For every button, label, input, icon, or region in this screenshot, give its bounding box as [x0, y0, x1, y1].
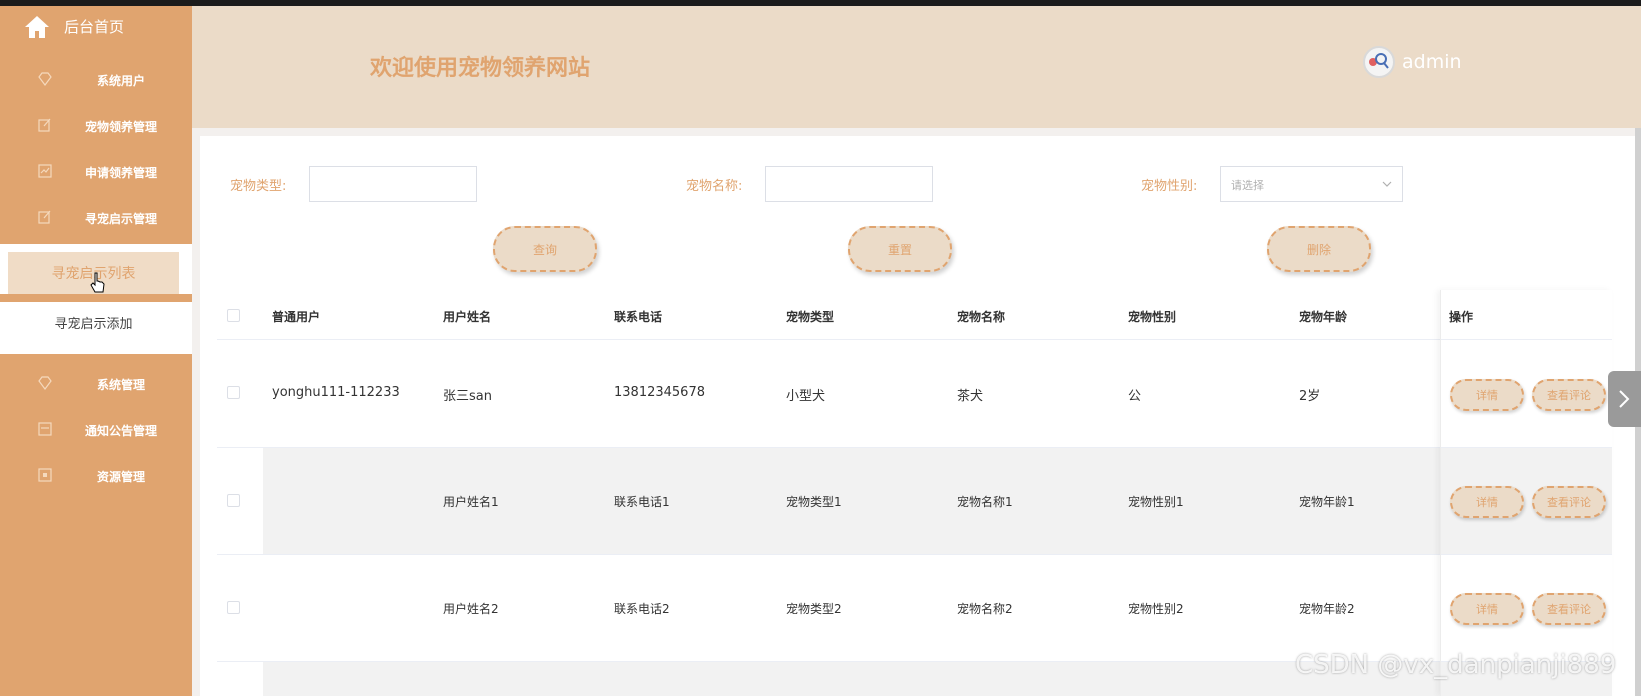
sidebar-item-resources[interactable]: 资源管理: [0, 452, 192, 500]
column-header: 联系电话: [614, 310, 663, 324]
detail-button[interactable]: 详情: [1450, 379, 1524, 411]
message-icon: [38, 422, 52, 436]
column-header: 普通用户: [272, 310, 321, 324]
row-checkbox[interactable]: [227, 601, 240, 614]
select-all-checkbox[interactable]: [227, 309, 240, 322]
row-checkbox[interactable]: [227, 386, 240, 399]
home-icon: [25, 16, 49, 38]
header: 欢迎使用宠物领养网站 admin: [192, 6, 1641, 128]
sidebar-item-label: 系统用户: [96, 74, 145, 88]
view-comments-button[interactable]: 查看评论: [1532, 486, 1606, 518]
cell-name: 用户姓名1: [443, 495, 499, 509]
column-header: 宠物类型: [786, 310, 835, 324]
sidebar-item-system-management[interactable]: 系统管理: [0, 360, 192, 408]
table-row: yonghu111-112233 张三san 13812345678 小型犬 茶…: [217, 340, 1612, 447]
cell-pet-name: 宠物名称1: [957, 495, 1013, 509]
query-button[interactable]: 查询: [493, 226, 597, 272]
resource-icon: [38, 468, 52, 482]
submenu-item-lost-pet-add[interactable]: 寻宠启示添加: [8, 302, 179, 342]
detail-button[interactable]: 详情: [1450, 593, 1524, 625]
pet-name-label: 宠物名称:: [686, 179, 743, 194]
cell-age: 宠物年龄2: [1299, 602, 1355, 616]
sidebar-item-label: 通知公告管理: [84, 424, 157, 438]
page-title: 欢迎使用宠物领养网站: [370, 56, 591, 81]
reset-button[interactable]: 重置: [848, 226, 952, 272]
cell-user: yonghu111-112233: [272, 385, 400, 400]
cell-pet-name: 宠物名称2: [957, 602, 1013, 616]
table-row: 用户姓名2 联系电话2 宠物类型2 宠物名称2 宠物性别2 宠物年龄2: [217, 554, 1612, 661]
cell-age: 2岁: [1299, 389, 1321, 404]
avatar[interactable]: [1363, 46, 1395, 78]
sidebar-item-adoption[interactable]: 宠物领养管理: [0, 102, 192, 150]
cell-name: 用户姓名2: [443, 602, 499, 616]
chart-icon: [38, 164, 52, 178]
diamond-icon: [38, 376, 52, 390]
home-label: 后台首页: [64, 18, 125, 36]
username[interactable]: admin: [1402, 51, 1462, 73]
sidebar-item-label: 寻宠启示管理: [84, 212, 157, 226]
pet-name-input[interactable]: [765, 166, 933, 202]
sidebar-item-system-users[interactable]: 系统用户: [0, 56, 192, 104]
table-header: 普通用户 用户姓名 联系电话 宠物类型 宠物名称 宠物性别 宠物年龄 操作: [217, 290, 1612, 340]
detail-button[interactable]: 详情: [1450, 486, 1524, 518]
column-header: 宠物年龄: [1299, 310, 1348, 324]
cell-type: 宠物类型2: [786, 602, 842, 616]
select-placeholder: 请选择: [1231, 179, 1264, 192]
sidebar: 后台首页 系统用户 宠物领养管理 申请领养管理 寻宠启示管理 寻宠启示列表 寻宠…: [0, 6, 192, 696]
cell-phone: 13812345678: [614, 385, 705, 400]
view-comments-button[interactable]: 查看评论: [1532, 593, 1606, 625]
row-checkbox[interactable]: [227, 494, 240, 507]
cell-type: 宠物类型1: [786, 495, 842, 509]
pet-gender-label: 宠物性别:: [1141, 179, 1198, 194]
sidebar-item-label: 资源管理: [96, 470, 145, 484]
cell-name: 张三san: [443, 389, 492, 404]
sidebar-item-notices[interactable]: 通知公告管理: [0, 406, 192, 454]
submenu-divider: [0, 294, 192, 302]
view-comments-button[interactable]: 查看评论: [1532, 379, 1606, 411]
column-header: 宠物名称: [957, 310, 1006, 324]
table-row: 用户姓名1 联系电话1 宠物类型1 宠物名称1 宠物性别1 宠物年龄1: [217, 447, 1612, 555]
sidebar-item-label: 系统管理: [96, 378, 145, 392]
pet-type-input[interactable]: [309, 166, 477, 202]
pet-gender-select[interactable]: 请选择: [1220, 166, 1403, 202]
cell-gender: 宠物性别1: [1128, 495, 1184, 509]
mouse-cursor-icon: [90, 272, 105, 293]
diamond-icon: [38, 72, 52, 86]
column-header: 宠物性别: [1128, 310, 1177, 324]
sidebar-item-applications[interactable]: 申请领养管理: [0, 148, 192, 196]
pet-type-label: 宠物类型:: [230, 179, 287, 194]
cell-phone: 联系电话1: [614, 495, 670, 509]
sidebar-home[interactable]: 后台首页: [0, 6, 192, 46]
watermark: CSDN @vx_danpianji889: [1295, 650, 1617, 680]
avatar-icon: [1369, 53, 1389, 69]
cell-pet-name: 茶犬: [957, 389, 984, 404]
chevron-down-icon: [1382, 181, 1392, 187]
cell-phone: 联系电话2: [614, 602, 670, 616]
scroll-right-button[interactable]: [1608, 371, 1641, 427]
sidebar-item-label: 申请领养管理: [84, 166, 157, 180]
edit-icon: [38, 210, 51, 224]
sidebar-item-label: 宠物领养管理: [84, 120, 157, 134]
sidebar-item-lost-pets[interactable]: 寻宠启示管理: [0, 194, 192, 242]
lost-pets-submenu: 寻宠启示列表 寻宠启示添加: [0, 244, 192, 354]
edit-icon: [38, 118, 51, 132]
cell-gender: 公: [1128, 389, 1142, 404]
cell-gender: 宠物性别2: [1128, 602, 1184, 616]
cell-age: 宠物年龄1: [1299, 495, 1355, 509]
chevron-right-icon: [1619, 390, 1630, 408]
delete-button[interactable]: 删除: [1267, 226, 1371, 272]
cell-type: 小型犬: [786, 389, 826, 404]
column-header: 用户姓名: [443, 310, 492, 324]
